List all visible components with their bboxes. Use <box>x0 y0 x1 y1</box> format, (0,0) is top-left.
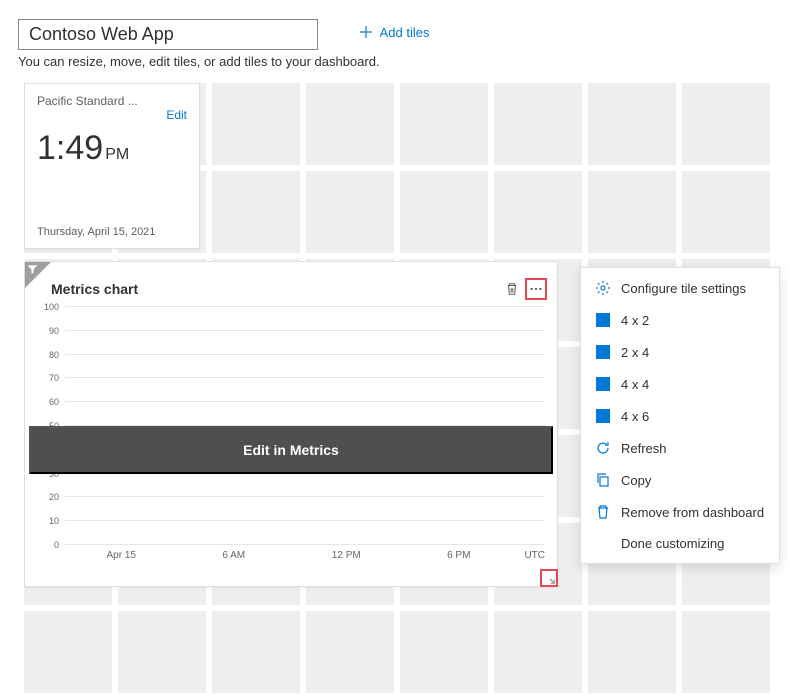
grid-cell[interactable] <box>212 83 300 165</box>
chart-y-tick-label: 20 <box>49 492 59 502</box>
size-box-icon <box>596 345 610 359</box>
chart-gridline: 90 <box>65 330 545 331</box>
chart-gridline: 80 <box>65 354 545 355</box>
grid-cell[interactable] <box>306 171 394 253</box>
clock-timezone: Pacific Standard ... <box>37 94 157 108</box>
dashboard-description: You can resize, move, edit tiles, or add… <box>18 54 788 69</box>
grid-cell[interactable] <box>494 611 582 693</box>
ellipsis-icon <box>529 282 543 296</box>
menu-label: 4 x 6 <box>621 409 649 424</box>
filter-icon <box>27 264 38 275</box>
refresh-icon <box>595 440 611 456</box>
chart-title: Metrics chart <box>51 281 138 297</box>
clock-date: Thursday, April 15, 2021 <box>37 226 155 238</box>
menu-refresh[interactable]: Refresh <box>581 432 779 464</box>
chart-x-tick-label: Apr 15 <box>65 550 178 568</box>
chart-gridline: 60 <box>65 401 545 402</box>
chart-y-tick-label: 0 <box>54 540 59 550</box>
menu-label: Remove from dashboard <box>621 505 764 520</box>
grid-cell[interactable] <box>118 611 206 693</box>
copy-icon <box>595 472 611 488</box>
trash-icon <box>595 504 611 520</box>
clock-time: 1:49PM <box>37 129 187 168</box>
dashboard-title-input[interactable] <box>18 19 318 50</box>
grid-cell[interactable] <box>400 611 488 693</box>
menu-done-customizing[interactable]: Done customizing <box>581 528 779 559</box>
grid-cell[interactable] <box>212 171 300 253</box>
chart-gridline: 70 <box>65 377 545 378</box>
menu-label: 2 x 4 <box>621 345 649 360</box>
grid-cell[interactable] <box>682 171 770 253</box>
menu-label: Done customizing <box>621 536 724 551</box>
more-options-button[interactable] <box>525 278 547 300</box>
chart-gridline: 10 <box>65 520 545 521</box>
chart-gridline: 0 <box>65 544 545 545</box>
plus-icon <box>358 24 374 40</box>
menu-size-2x4[interactable]: 2 x 4 <box>581 336 779 368</box>
menu-label: 4 x 2 <box>621 313 649 328</box>
menu-size-4x4[interactable]: 4 x 4 <box>581 368 779 400</box>
grid-cell[interactable] <box>212 611 300 693</box>
filter-corner-badge[interactable] <box>25 262 51 288</box>
menu-label: Refresh <box>621 441 667 456</box>
menu-label: Configure tile settings <box>621 281 746 296</box>
dashboard-grid-area: Pacific Standard ... Edit 1:49PM Thursda… <box>24 83 784 643</box>
chart-x-tick-label: 6 AM <box>178 550 291 568</box>
chart-x-tick-label: 6 PM <box>403 550 516 568</box>
size-box-icon <box>596 313 610 327</box>
grid-cell[interactable] <box>588 611 676 693</box>
grid-cell[interactable] <box>494 171 582 253</box>
grid-cell[interactable] <box>400 83 488 165</box>
chart-y-tick-label: 70 <box>49 373 59 383</box>
menu-size-4x6[interactable]: 4 x 6 <box>581 400 779 432</box>
grid-cell[interactable] <box>682 611 770 693</box>
chart-plot-area: 0102030405060708090100 Edit in Metrics A… <box>25 306 557 568</box>
grid-cell[interactable] <box>588 83 676 165</box>
chart-y-tick-label: 60 <box>49 397 59 407</box>
grid-cell[interactable] <box>306 611 394 693</box>
chart-y-tick-label: 80 <box>49 350 59 360</box>
chart-y-tick-label: 100 <box>44 302 59 312</box>
grid-cell[interactable] <box>588 171 676 253</box>
chart-y-tick-label: 10 <box>49 516 59 526</box>
grid-cell[interactable] <box>306 83 394 165</box>
gear-icon <box>595 280 611 296</box>
add-tiles-button[interactable]: Add tiles <box>356 18 432 46</box>
clock-tile[interactable]: Pacific Standard ... Edit 1:49PM Thursda… <box>24 83 200 249</box>
menu-label: Copy <box>621 473 651 488</box>
size-box-icon <box>596 377 610 391</box>
chart-x-suffix: UTC <box>515 550 545 568</box>
size-box-icon <box>596 409 610 423</box>
clock-time-value: 1:49 <box>37 129 103 167</box>
grid-cell[interactable] <box>24 611 112 693</box>
delete-tile-button[interactable] <box>501 278 523 300</box>
chart-gridline: 100 <box>65 306 545 307</box>
clock-edit-link[interactable]: Edit <box>166 108 187 122</box>
grid-cell[interactable] <box>682 83 770 165</box>
clock-ampm: PM <box>105 146 129 163</box>
metrics-chart-tile[interactable]: Metrics chart 0102030405060708090100 Edi… <box>24 261 558 587</box>
menu-size-4x2[interactable]: 4 x 2 <box>581 304 779 336</box>
chart-x-tick-label: 12 PM <box>290 550 403 568</box>
edit-in-metrics-button[interactable]: Edit in Metrics <box>29 426 553 474</box>
grid-cell[interactable] <box>494 83 582 165</box>
add-tiles-label: Add tiles <box>380 25 430 40</box>
menu-label: 4 x 4 <box>621 377 649 392</box>
tile-resize-handle[interactable] <box>540 569 558 587</box>
menu-remove[interactable]: Remove from dashboard <box>581 496 779 528</box>
grid-cell[interactable] <box>400 171 488 253</box>
menu-copy[interactable]: Copy <box>581 464 779 496</box>
chart-y-tick-label: 90 <box>49 326 59 336</box>
menu-configure-tile[interactable]: Configure tile settings <box>581 272 779 304</box>
trash-icon <box>505 282 519 296</box>
tile-context-menu: Configure tile settings 4 x 2 2 x 4 4 x … <box>580 267 780 564</box>
chart-gridline: 20 <box>65 496 545 497</box>
resize-icon <box>542 571 556 585</box>
